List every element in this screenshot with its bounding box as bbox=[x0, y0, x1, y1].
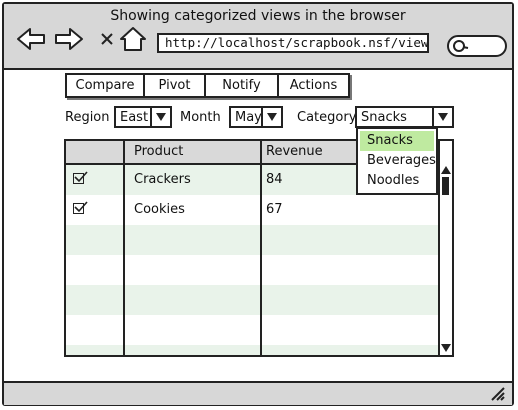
tab-bar: Compare Pivot Notify Actions bbox=[65, 73, 350, 98]
home-icon[interactable] bbox=[118, 26, 148, 52]
browser-toolbar: Showing categorized views in the browser… bbox=[4, 4, 512, 70]
dropdown-option-beverages[interactable]: Beverages bbox=[360, 151, 436, 171]
table-row[interactable] bbox=[66, 225, 438, 255]
forward-arrow-icon[interactable] bbox=[54, 26, 84, 52]
dropdown-option-snacks[interactable]: Snacks bbox=[360, 131, 434, 151]
search-field[interactable] bbox=[447, 35, 507, 57]
check-icon bbox=[74, 171, 88, 183]
chevron-down-icon bbox=[150, 108, 170, 126]
back-arrow-icon[interactable] bbox=[16, 26, 46, 52]
tab-pivot[interactable]: Pivot bbox=[143, 73, 206, 98]
chevron-down-icon bbox=[432, 108, 452, 126]
column-header-revenue[interactable]: Revenue bbox=[266, 144, 323, 159]
column-divider bbox=[260, 141, 262, 355]
dropdown-option-noodles[interactable]: Noodles bbox=[360, 171, 434, 191]
product-cell: Cookies bbox=[134, 202, 185, 217]
vertical-scrollbar[interactable] bbox=[438, 141, 452, 355]
category-select[interactable]: Snacks bbox=[355, 106, 454, 128]
check-icon bbox=[74, 201, 88, 213]
revenue-cell: 84 bbox=[266, 172, 283, 187]
row-checkbox[interactable] bbox=[73, 171, 88, 184]
table-row[interactable] bbox=[66, 255, 438, 285]
tab-compare[interactable]: Compare bbox=[65, 73, 145, 98]
table-row[interactable] bbox=[66, 315, 438, 345]
row-checkbox[interactable] bbox=[73, 201, 88, 214]
region-label: Region bbox=[65, 110, 110, 125]
month-label: Month bbox=[180, 110, 221, 125]
status-bar bbox=[4, 381, 512, 405]
month-select[interactable]: May bbox=[229, 106, 283, 128]
scroll-thumb[interactable] bbox=[442, 177, 449, 195]
category-label: Category bbox=[297, 110, 357, 125]
column-divider bbox=[123, 141, 125, 355]
revenue-cell: 67 bbox=[266, 202, 283, 217]
table-row[interactable] bbox=[66, 285, 438, 315]
region-select[interactable]: East bbox=[114, 106, 172, 128]
chevron-down-icon bbox=[261, 108, 281, 126]
tab-notify[interactable]: Notify bbox=[204, 73, 279, 98]
search-icon bbox=[453, 40, 469, 52]
table-row[interactable]: Cookies 67 bbox=[66, 195, 438, 225]
scroll-up-icon[interactable] bbox=[441, 165, 451, 175]
category-dropdown: Snacks Beverages Noodles bbox=[356, 127, 438, 195]
month-value: May bbox=[235, 109, 262, 125]
category-value: Snacks bbox=[361, 109, 407, 125]
window-title: Showing categorized views in the browser bbox=[110, 8, 406, 24]
column-header-product[interactable]: Product bbox=[134, 144, 183, 159]
scroll-down-icon[interactable] bbox=[441, 343, 451, 353]
url-field[interactable]: http://localhost/scrapbook.nsf/view3.xsp bbox=[157, 33, 429, 53]
table-row[interactable] bbox=[66, 345, 438, 355]
tab-actions[interactable]: Actions bbox=[277, 73, 350, 98]
region-value: East bbox=[120, 109, 149, 125]
resize-grip-icon[interactable] bbox=[490, 387, 506, 401]
product-cell: Crackers bbox=[134, 172, 191, 187]
